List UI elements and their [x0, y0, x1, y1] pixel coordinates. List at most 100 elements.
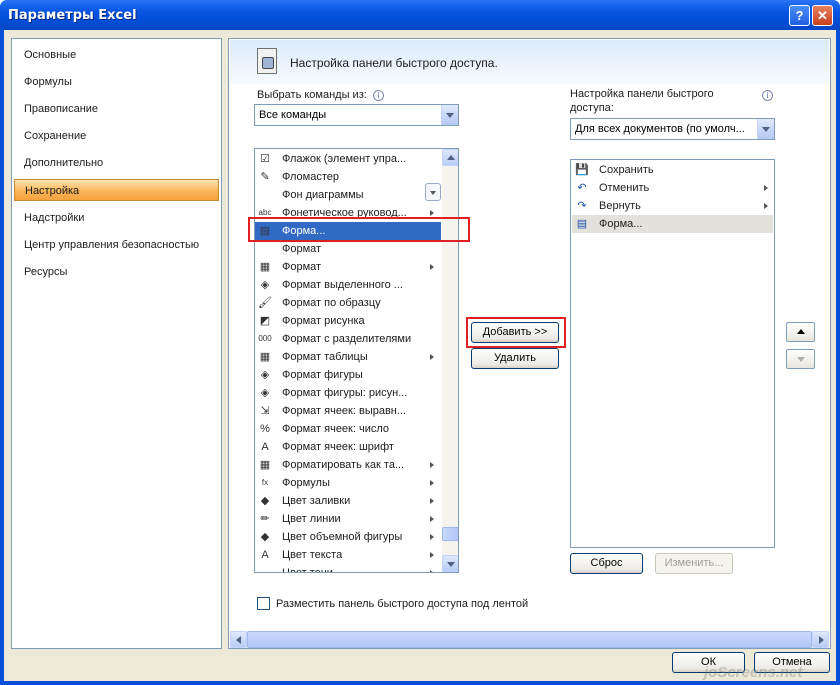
format-shape-icon: ◈ — [260, 369, 270, 381]
command-item[interactable]: 000 Формат с разделителями — [255, 330, 441, 348]
form-icon: ▤ — [576, 218, 588, 230]
qat-item-label: Вернуть — [599, 200, 641, 212]
nav-item-dopolnitelno[interactable]: Дополнительно — [12, 152, 221, 174]
scroll-up-button[interactable] — [442, 149, 458, 166]
submenu-arrow-icon — [430, 570, 434, 572]
command-item[interactable]: ◆ Цвет объемной фигуры — [255, 528, 441, 546]
marker-icon: ✎ — [260, 171, 270, 183]
command-label: Цвет тени — [282, 567, 333, 573]
command-item[interactable]: ✎ Фломастер — [255, 168, 441, 186]
commands-list[interactable]: ☑ Флажок (элемент упра... ✎ Фломастер Фон ди… — [254, 148, 459, 573]
nav-item-resursy[interactable]: Ресурсы — [12, 261, 221, 283]
customize-qat-dropdown[interactable]: Для всех документов (по умолч... — [570, 118, 775, 140]
chart-background-icon — [258, 188, 272, 202]
command-item[interactable]: fx Формулы — [255, 474, 441, 492]
command-item[interactable]: Цвет тени — [255, 564, 441, 573]
command-item[interactable]: ▦ Форматировать как та... — [255, 456, 441, 474]
fill-color-icon: ◆ — [260, 495, 270, 507]
help-button[interactable]: ? — [789, 5, 810, 26]
customize-qat-label-1: Настройка панели быстрого — [570, 88, 714, 100]
submenu-arrow-icon — [430, 264, 434, 270]
qat-below-ribbon-checkbox[interactable] — [257, 597, 270, 610]
command-label: Формат фигуры — [282, 369, 363, 381]
qat-item[interactable]: 💾 Сохранить — [572, 161, 773, 179]
section-banner: Настройка панели быстрого доступа. — [230, 40, 829, 84]
command-label: Цвет заливки — [282, 495, 351, 507]
command-item[interactable]: A Формат ячеек: шрифт — [255, 438, 441, 456]
excel-options-window: Параметры Excel ? ✕ Основные Формулы Пра… — [0, 0, 840, 685]
command-label: Формат фигуры: рисун... — [282, 387, 408, 399]
remove-button[interactable]: Удалить — [471, 348, 559, 369]
redo-icon: ↷ — [577, 200, 587, 212]
nav-item-osnovnye[interactable]: Основные — [12, 44, 221, 66]
font-color-icon: A — [261, 549, 269, 561]
choose-commands-dropdown[interactable]: Все команды — [254, 104, 459, 126]
command-item[interactable]: A Цвет текста — [255, 546, 441, 564]
format-painter-icon: 🖌 — [258, 297, 272, 309]
close-button[interactable]: ✕ — [812, 5, 833, 26]
font-icon: A — [261, 441, 269, 453]
title-bar[interactable]: Параметры Excel ? ✕ — [0, 0, 840, 30]
nav-item-pravopisanie[interactable]: Правописание — [12, 98, 221, 120]
nav-item-trust-center[interactable]: Центр управления безопасностью — [12, 234, 221, 256]
command-item[interactable]: ◩ Формат рисунка — [255, 312, 441, 330]
nav-item-nastroyka[interactable]: Настройка — [14, 179, 219, 201]
scroll-left-button[interactable] — [230, 631, 247, 648]
command-item[interactable]: ▦ Формат таблицы — [255, 348, 441, 366]
format-icon — [258, 242, 272, 256]
command-label: Флажок (элемент упра... — [282, 153, 407, 165]
nav-item-nadstroyki[interactable]: Надстройки — [12, 207, 221, 229]
command-item[interactable]: 🖌 Формат по образцу — [255, 294, 441, 312]
customize-qat-value: Для всех документов (по умолч... — [575, 123, 745, 135]
command-label: Формат рисунка — [282, 315, 365, 327]
reset-button[interactable]: Сброс — [570, 553, 643, 574]
qat-list[interactable]: 💾 Сохранить ↶ Отменить ↷ Вернуть ▤ Форма... — [570, 159, 775, 548]
qat-item-label: Сохранить — [599, 164, 654, 176]
qat-item[interactable]: ↷ Вернуть — [572, 197, 773, 215]
submenu-arrow-icon — [430, 480, 434, 486]
3d-color-icon: ◆ — [260, 531, 270, 543]
scroll-thumb[interactable] — [442, 527, 458, 541]
command-item[interactable]: Формат — [255, 240, 441, 258]
command-item[interactable]: ✏ Цвет линии — [255, 510, 441, 528]
scroll-down-button[interactable] — [442, 555, 458, 572]
command-item[interactable]: ⇲ Формат ячеек: выравн... — [255, 402, 441, 420]
qat-item[interactable]: ▤ Форма... — [572, 215, 773, 233]
format-table-icon: ▦ — [259, 351, 271, 363]
scroll-right-button[interactable] — [812, 631, 829, 648]
command-item[interactable]: ☑ Флажок (элемент упра... — [255, 150, 441, 168]
command-label: Формат ячеек: число — [282, 423, 390, 435]
line-color-icon: ✏ — [260, 513, 270, 525]
horizontal-scrollbar[interactable] — [230, 631, 829, 648]
nav-item-sokhranenie[interactable]: Сохранение — [12, 125, 221, 147]
comma-style-icon: 000 — [258, 334, 272, 343]
submenu-arrow-icon — [430, 498, 434, 504]
horizontal-scroll-thumb[interactable] — [247, 631, 812, 648]
modify-button: Изменить... — [655, 553, 733, 574]
dialog-client: Основные Формулы Правописание Сохранение… — [4, 30, 836, 681]
command-item[interactable]: % Формат ячеек: число — [255, 420, 441, 438]
chevron-down-icon[interactable] — [441, 105, 458, 125]
qat-item[interactable]: ↶ Отменить — [572, 179, 773, 197]
commands-scrollbar[interactable] — [442, 149, 458, 572]
chart-background-dropdown-icon[interactable] — [425, 183, 441, 201]
command-item[interactable]: ▦ Формат — [255, 258, 441, 276]
command-item[interactable]: ◈ Формат выделенного ... — [255, 276, 441, 294]
chevron-down-icon[interactable] — [757, 119, 774, 139]
command-item[interactable]: ◈ Формат фигуры — [255, 366, 441, 384]
move-up-button[interactable] — [786, 322, 815, 342]
nav-item-formuly[interactable]: Формулы — [12, 71, 221, 93]
command-label: Формат выделенного ... — [282, 279, 403, 291]
window-title: Параметры Excel — [8, 8, 137, 23]
submenu-arrow-icon — [430, 354, 434, 360]
watermark: joScreens.net — [704, 664, 803, 681]
align-cells-icon: ⇲ — [260, 405, 270, 417]
command-label: Цвет текста — [282, 549, 343, 561]
customize-qat-label-2: доступа: — [570, 102, 614, 114]
command-item[interactable]: Фон диаграммы — [255, 186, 441, 204]
info-icon: i — [373, 90, 384, 101]
submenu-arrow-icon — [430, 552, 434, 558]
command-label: Фломастер — [282, 171, 339, 183]
command-item[interactable]: ◆ Цвет заливки — [255, 492, 441, 510]
command-item[interactable]: ◈ Формат фигуры: рисун... — [255, 384, 441, 402]
